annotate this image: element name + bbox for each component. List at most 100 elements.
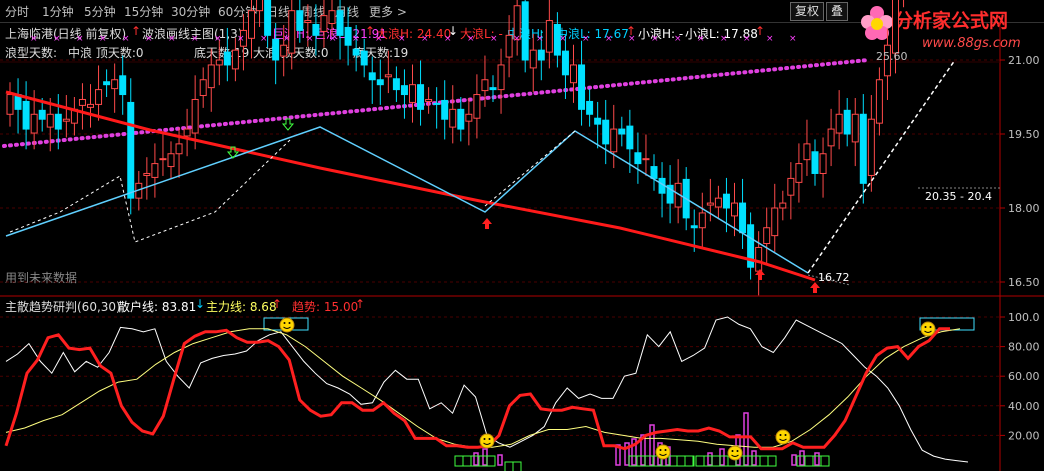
signal-bar <box>814 452 820 466</box>
candle-body <box>811 151 819 174</box>
tab-1min[interactable]: 1分钟 <box>42 3 74 20</box>
wave-type-days: 浪型天数: <box>5 46 58 60</box>
sub-axis-label: 40.00 <box>1008 400 1040 413</box>
candle-body <box>690 225 698 229</box>
signal-bar <box>473 452 479 466</box>
candle-body <box>400 85 408 96</box>
tab-60min[interactable]: 60分钟 <box>218 3 257 20</box>
candle-body <box>755 246 763 272</box>
tab-15min[interactable]: 15分钟 <box>124 3 163 20</box>
annotation-leader <box>807 274 851 286</box>
candle-body <box>392 78 400 91</box>
tab-daily[interactable]: 日线 <box>266 3 290 20</box>
candle-body <box>795 163 803 183</box>
smiley-icon <box>727 445 743 461</box>
overlay-button[interactable]: 叠 <box>826 2 849 21</box>
big-wave-bottom-days: 底天数:19 <box>353 46 409 60</box>
retail-line-value: 散户线: 83.81 <box>118 300 197 314</box>
candle-body <box>706 202 714 206</box>
candle-body <box>642 158 650 161</box>
candle-body <box>384 74 392 78</box>
candle-body <box>70 108 78 124</box>
candle-body <box>38 109 46 120</box>
candle-body <box>376 79 384 86</box>
tab-more[interactable]: 更多 > <box>369 3 407 20</box>
giant-wave-high: 巨浪H: - <box>272 27 318 41</box>
up-arrow-icon: ↑ <box>131 24 142 38</box>
candle-body <box>875 79 883 124</box>
signal-bar <box>497 454 503 466</box>
candle-body <box>433 102 441 105</box>
signal-bar <box>665 446 671 466</box>
site-logo: 分析家公式网 www.88gs.com <box>860 0 1038 58</box>
candle-body <box>618 128 626 135</box>
up-arrow-icon: ↑ <box>365 24 376 38</box>
candle-body <box>143 172 151 176</box>
candle-body <box>167 153 175 168</box>
candle-body <box>368 72 376 81</box>
signal-bar <box>799 450 805 466</box>
candle-body <box>95 89 103 105</box>
adjust-button[interactable]: 复权 <box>790 2 825 21</box>
small-wave-low: 小浪L: 17.88 <box>685 27 758 41</box>
bottom-signal-box <box>454 455 496 467</box>
candle-body <box>763 227 771 245</box>
sub-axis-label: 80.00 <box>1008 341 1040 354</box>
mid-wave-bottom-days: 底天数:19 <box>194 46 250 60</box>
tab-30min[interactable]: 30分钟 <box>171 3 210 20</box>
candle-body <box>22 100 30 130</box>
candle-body <box>409 84 416 103</box>
signal-bar <box>631 438 637 466</box>
candle-body <box>578 64 586 110</box>
tab-5min[interactable]: 5分钟 <box>84 3 116 20</box>
candle-body <box>731 202 738 217</box>
tab-weekly[interactable]: 周线 <box>301 3 325 20</box>
candle-body <box>626 125 634 150</box>
signal-bar <box>482 448 488 466</box>
candle-body <box>529 49 537 69</box>
candle-body <box>570 64 577 84</box>
candle-body <box>199 79 207 97</box>
buy-arrow-icon <box>482 218 492 229</box>
price-axis-label: 18.00 <box>1008 202 1040 215</box>
signal-bar <box>735 434 741 466</box>
main-force-line <box>5 328 961 448</box>
signal-bar <box>657 442 663 466</box>
candle-body <box>103 81 111 86</box>
candle-body <box>46 113 54 128</box>
retail-line <box>5 316 969 463</box>
candle-body <box>14 94 22 110</box>
indicator-name: 波浪画线主图(1,3) <box>142 27 243 41</box>
down-arrow-icon: ↓ <box>448 24 459 38</box>
bottom-signal-box <box>504 461 522 471</box>
price-annotation-low: 16.72 <box>818 271 850 284</box>
bottom-signal-box <box>695 455 777 467</box>
small-wave-line <box>9 139 291 243</box>
stock-name: 上海临港(日线 前复权) <box>5 27 127 41</box>
smiley-icon <box>920 321 936 337</box>
down-arrow-icon: ↓ <box>195 297 206 311</box>
candle-body <box>127 101 135 199</box>
top-signal-box <box>263 317 309 331</box>
x-marker-icon: × <box>789 34 797 44</box>
tab-timeshare[interactable]: 分时 <box>5 3 29 20</box>
candle-body <box>594 117 602 125</box>
candle-body <box>634 152 642 165</box>
flower-logo-icon <box>861 6 893 40</box>
candle-body <box>722 193 730 209</box>
wave-line <box>5 126 809 274</box>
candle-body <box>658 177 666 194</box>
tab-monthly[interactable]: 月线 <box>335 3 359 20</box>
candle-body <box>835 113 843 134</box>
candle-body <box>183 128 191 137</box>
candle-body <box>457 108 465 130</box>
candle-body <box>827 128 835 147</box>
candle-body <box>111 79 119 90</box>
up-arrow-icon: ↑ <box>755 24 766 38</box>
candle-body <box>30 113 38 134</box>
sell-arrow-icon <box>281 118 295 131</box>
candle-body <box>610 128 618 153</box>
big-wave-top-days: 大浪 顶天数:0 <box>253 46 329 60</box>
bottom-signal-box <box>796 455 830 467</box>
candle-body <box>859 113 867 184</box>
